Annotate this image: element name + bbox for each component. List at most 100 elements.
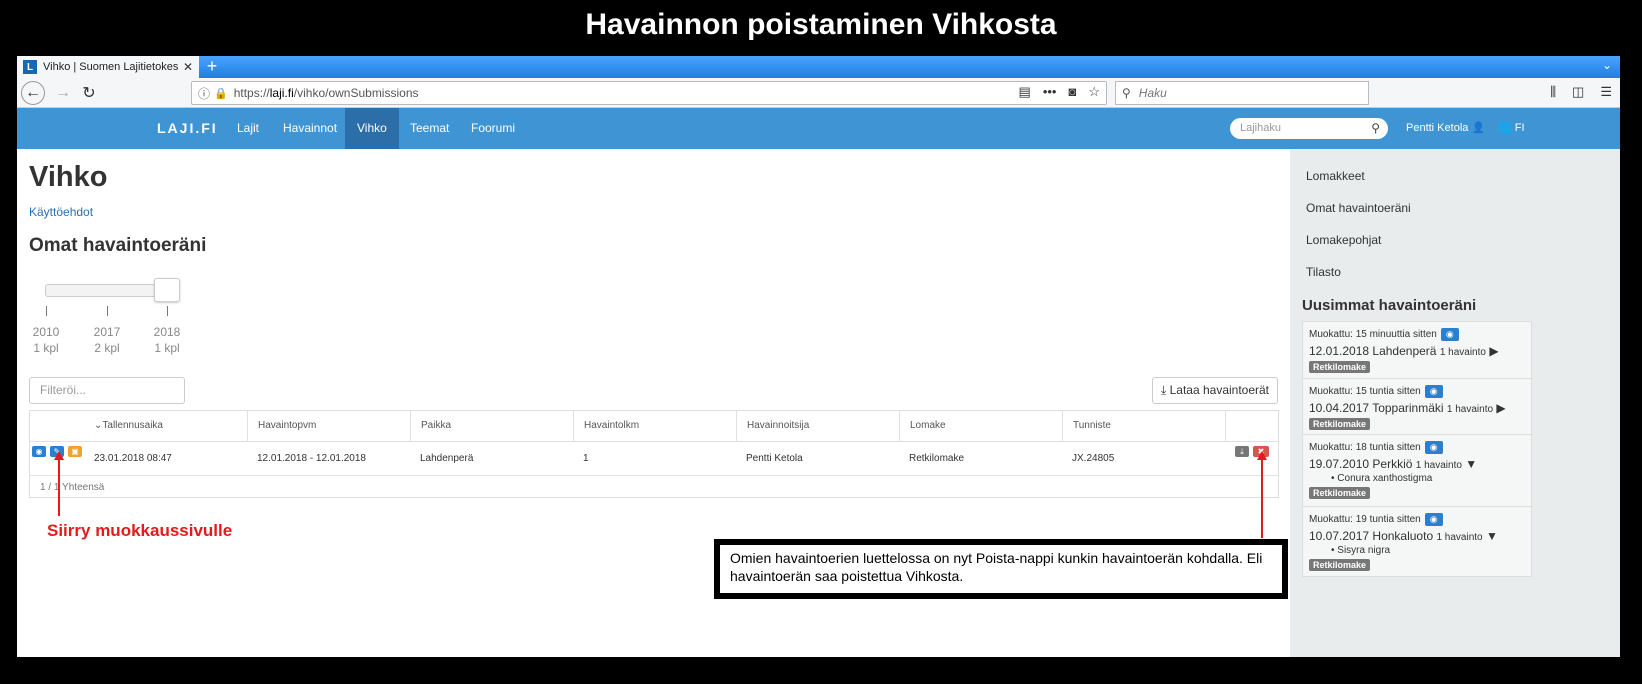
table-header-havainnoitsija[interactable]: Havainnoitsija (736, 411, 899, 441)
slide-title: Havainnon poistaminen Vihkosta (585, 8, 1057, 41)
table-row[interactable]: ◉ ✎ ▣ 23.01.2018 08:47 12.01.2018 - 12.0… (30, 441, 1278, 475)
cell-havainnoitsija: Pentti Ketola (746, 453, 803, 464)
sidebar-item-lomakepohjat[interactable]: Lomakepohjat (1306, 233, 1381, 247)
cell-lomake: Retkilomake (909, 453, 965, 464)
cell-paikka: Lahdenperä (420, 453, 474, 464)
table-header-actions (30, 411, 84, 441)
table-header-havaintopvm[interactable]: Havaintopvm (247, 411, 410, 441)
eye-icon[interactable]: ◉ (1440, 328, 1459, 341)
table-header-tunniste[interactable]: Tunniste (1062, 411, 1225, 441)
nav-vihko[interactable]: Vihko (345, 108, 399, 149)
back-icon[interactable]: ← (21, 81, 45, 105)
brand-logo[interactable]: LAJI.FI (157, 108, 218, 149)
taxon-item: • Conura xanthostigma (1331, 473, 1433, 484)
info-icon[interactable]: ⓘ (198, 85, 210, 102)
section-title: Omat havaintoeräni (29, 235, 207, 256)
url-text: https://laji.fi/vihko/ownSubmissions (233, 86, 419, 100)
list-item[interactable]: Muokattu: 15 tuntia sitten ◉ 10.04.2017 T… (1303, 378, 1533, 436)
slider-tick (46, 306, 47, 316)
star-icon[interactable]: ☆ (1088, 84, 1100, 100)
table-header-paikka[interactable]: Paikka (410, 411, 573, 441)
recent-heading: Uusimmat havaintoeräni (1302, 297, 1477, 314)
sidebar-icon[interactable]: ◫ (1572, 84, 1584, 100)
table-footer: 1 / 1 Yhteensä (30, 475, 1278, 499)
cell-havaintolkm: 1 (583, 453, 589, 464)
slider-year: 2017 (93, 325, 121, 339)
nav-lajit[interactable]: Lajit (225, 108, 271, 149)
year-slider-handle[interactable] (154, 278, 180, 302)
eye-icon[interactable]: ◉ (1424, 513, 1443, 526)
eye-icon[interactable]: ◉ (1424, 385, 1443, 398)
form-tag: Retkilomake (1309, 418, 1371, 430)
template-icon[interactable]: ▣ (68, 446, 82, 457)
cell-tallennusaika: 23.01.2018 08:47 (94, 453, 172, 464)
url-bar[interactable]: ⓘ 🔒 https://laji.fi/vihko/ownSubmissions… (191, 81, 1107, 105)
laji-favicon-icon: L (23, 60, 37, 74)
menu-icon[interactable]: ☰ (1600, 84, 1612, 100)
cell-havaintopvm: 12.01.2018 - 12.01.2018 (257, 453, 366, 464)
callout-delete-info: Omien havaintoerien luettelossa on nyt P… (714, 539, 1288, 599)
eye-icon[interactable]: ◉ (1424, 441, 1443, 454)
language-selector[interactable]: 🌐 FI (1498, 108, 1525, 149)
tab-title: Vihko | Suomen Lajitietokeskus (43, 61, 179, 73)
filter-input[interactable]: Filteröi... (29, 377, 185, 404)
search-icon[interactable]: ⚲ (1371, 118, 1380, 139)
slider-count: 1 kpl (33, 341, 59, 355)
sidebar: Lomakkeet Omat havaintoeräni Lomakepohja… (1290, 149, 1620, 657)
form-tag: Retkilomake (1309, 559, 1371, 571)
main-content: Vihko Käyttöehdot Omat havaintoeräni 201… (17, 149, 1290, 657)
close-icon[interactable]: ✕ (183, 60, 193, 74)
annotation-arrowhead-right (1257, 451, 1267, 460)
slider-count: 2 kpl (94, 341, 120, 355)
browser-window: L Vihko | Suomen Lajitietokeskus ✕ + ⌄ ←… (17, 56, 1620, 657)
new-tab-icon[interactable]: + (203, 56, 221, 78)
form-tag: Retkilomake (1309, 487, 1371, 499)
slider-tick (167, 306, 168, 316)
annotation-edit-page: Siirry muokkaussivulle (47, 521, 233, 540)
sidebar-item-tilasto[interactable]: Tilasto (1306, 265, 1341, 279)
browser-search-input[interactable]: ⚲ Haku (1115, 81, 1369, 105)
pocket-icon[interactable]: ◙ (1068, 84, 1076, 100)
slider-count: 1 kpl (154, 341, 180, 355)
more-icon[interactable]: ••• (1043, 84, 1057, 100)
slider-tick (107, 306, 108, 316)
caret-down-icon[interactable]: ▼ (1486, 529, 1498, 543)
reload-icon[interactable]: ↻ (77, 81, 101, 105)
sidebar-item-lomakkeet[interactable]: Lomakkeet (1306, 169, 1365, 183)
lock-icon: 🔒 (214, 87, 228, 100)
caret-right-icon[interactable]: ▶ (1489, 344, 1498, 358)
terms-link[interactable]: Käyttöehdot (29, 205, 93, 219)
tab-strip: L Vihko | Suomen Lajitietokeskus ✕ + ⌄ (17, 56, 1620, 78)
page-title: Vihko (29, 161, 108, 193)
caret-down-icon[interactable]: ▼ (1465, 457, 1477, 471)
search-icon: ⚲ (1122, 86, 1131, 100)
library-icon[interactable]: ⫼ (1550, 84, 1556, 100)
nav-havainnot[interactable]: Havainnot (271, 108, 349, 149)
download-row-icon[interactable]: ⤓ (1235, 446, 1249, 457)
nav-foorumi[interactable]: Foorumi (459, 108, 527, 149)
table-header-lomake[interactable]: Lomake (899, 411, 1062, 441)
tab-vihko[interactable]: L Vihko | Suomen Lajitietokeskus ✕ (17, 56, 199, 78)
annotation-arrow-right (1261, 459, 1263, 538)
annotation-arrow-left (58, 459, 60, 516)
caret-right-icon[interactable]: ▶ (1496, 401, 1505, 415)
table-header-tallennusaika[interactable]: ⌄Tallennusaika (84, 411, 247, 441)
table-header-havaintolkm[interactable]: Havaintolkm (573, 411, 736, 441)
reader-view-icon[interactable]: ▤ (1019, 84, 1031, 100)
browser-toolbar: ← → ↻ ⓘ 🔒 https://laji.fi/vihko/ownSubmi… (17, 78, 1620, 108)
cell-tunniste: JX.24805 (1072, 453, 1115, 464)
lajihaku-input[interactable]: Lajihaku ⚲ (1230, 118, 1388, 139)
table-header-row-actions (1225, 411, 1278, 441)
forward-icon[interactable]: → (51, 81, 75, 105)
form-tag: Retkilomake (1309, 361, 1371, 373)
tab-list-icon[interactable]: ⌄ (1602, 58, 1612, 72)
annotation-arrowhead-left (54, 451, 64, 460)
list-item[interactable]: Muokattu: 15 minuuttia sitten ◉ 12.01.201… (1303, 322, 1533, 379)
view-eye-icon[interactable]: ◉ (32, 446, 46, 457)
nav-teemat[interactable]: Teemat (398, 108, 461, 149)
user-menu[interactable]: Pentti Ketola 👤 (1406, 108, 1485, 149)
download-submissions-button[interactable]: ⤓ Lataa havaintoerät (1152, 377, 1278, 404)
list-item[interactable]: Muokattu: 19 tuntia sitten ◉ 10.07.2017 H… (1303, 506, 1533, 577)
list-item[interactable]: Muokattu: 18 tuntia sitten ◉ 19.07.2010 P… (1303, 434, 1533, 505)
sidebar-item-omat-havaintoerat[interactable]: Omat havaintoeräni (1306, 201, 1411, 215)
